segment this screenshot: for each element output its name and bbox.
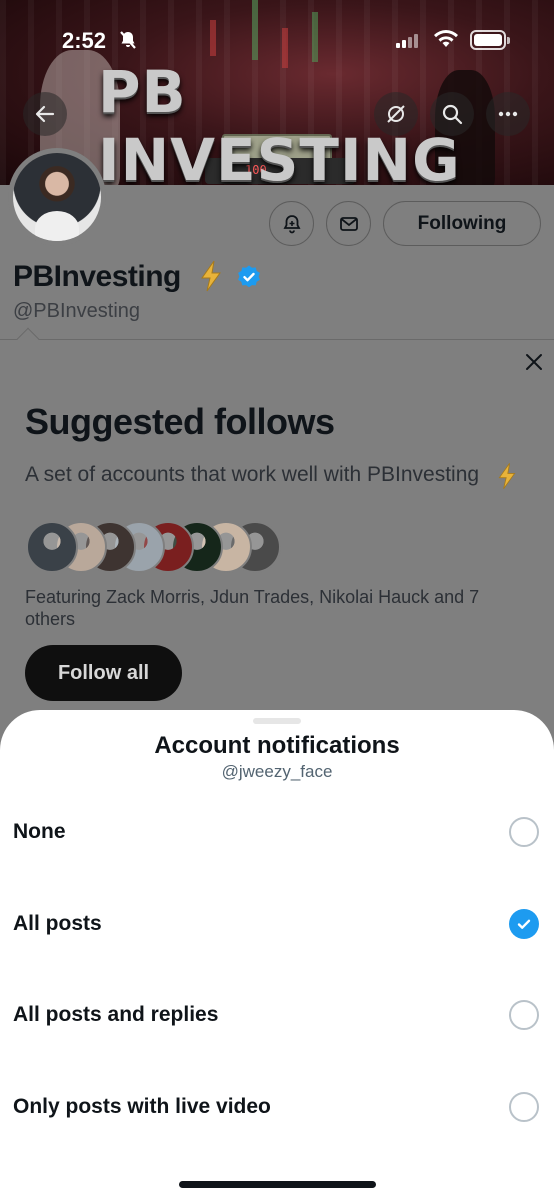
radio-unchecked-icon[interactable] <box>509 817 539 847</box>
follow-all-button[interactable]: Follow all <box>25 645 182 701</box>
display-name: PBInvesting <box>13 260 181 293</box>
checkmark-icon <box>517 919 531 929</box>
back-button[interactable] <box>23 92 67 136</box>
battery-icon <box>470 30 510 50</box>
suggested-avatar <box>26 521 78 573</box>
option-label: Only posts with live video <box>13 1095 271 1118</box>
sheet-grabber[interactable] <box>253 718 301 724</box>
suggested-avatars[interactable] <box>26 521 316 573</box>
option-none[interactable]: None <box>0 796 554 868</box>
avatar[interactable] <box>13 153 101 241</box>
account-notifications-sheet: Account notifications @jweezy_face None … <box>0 710 554 1200</box>
lightning-bolt-icon <box>198 260 224 297</box>
sheet-title: Account notifications <box>154 732 400 759</box>
notifications-button[interactable] <box>269 201 314 246</box>
divider <box>0 339 554 340</box>
featuring-text: Featuring Zack Morris, Jdun Trades, Niko… <box>25 587 480 629</box>
grok-icon <box>387 105 405 123</box>
bell-slash-icon <box>118 30 138 55</box>
radio-unchecked-icon[interactable] <box>509 1092 539 1122</box>
option-live-video[interactable]: Only posts with live video <box>0 1071 554 1143</box>
option-label: All posts and replies <box>13 1003 219 1026</box>
search-button[interactable] <box>430 92 474 136</box>
following-button[interactable]: Following <box>383 201 541 246</box>
more-dots-icon <box>498 111 518 117</box>
lightning-bolt-icon <box>496 462 518 495</box>
more-button[interactable] <box>486 92 530 136</box>
suggested-follows-title: Suggested follows <box>25 401 335 442</box>
status-bar: 2:52 <box>0 20 554 64</box>
profile-handle: @PBInvesting <box>13 300 141 322</box>
arrow-left-icon <box>35 105 55 123</box>
envelope-icon <box>339 216 358 231</box>
verified-badge-icon <box>236 264 262 295</box>
sheet-subtitle: @jweezy_face <box>221 762 333 781</box>
search-icon <box>442 104 463 125</box>
option-all-posts-and-replies[interactable]: All posts and replies <box>0 979 554 1051</box>
suggested-follows-subtitle: A set of accounts that work well with PB… <box>25 463 480 486</box>
radio-unchecked-icon[interactable] <box>509 1000 539 1030</box>
wifi-icon <box>433 29 459 54</box>
radio-checked-icon[interactable] <box>509 909 539 939</box>
close-suggestions-button[interactable] <box>520 348 548 376</box>
option-all-posts[interactable]: All posts <box>0 888 554 960</box>
message-button[interactable] <box>326 201 371 246</box>
option-label: All posts <box>13 912 102 935</box>
status-time: 2:52 <box>62 28 107 53</box>
close-icon <box>526 354 542 370</box>
bell-plus-icon <box>282 214 301 233</box>
home-indicator[interactable] <box>179 1181 376 1188</box>
cellular-signal-icon <box>396 34 420 53</box>
banner-brand-text: PB INVESTING <box>98 58 461 185</box>
grok-button[interactable] <box>374 92 418 136</box>
option-label: None <box>13 820 66 843</box>
